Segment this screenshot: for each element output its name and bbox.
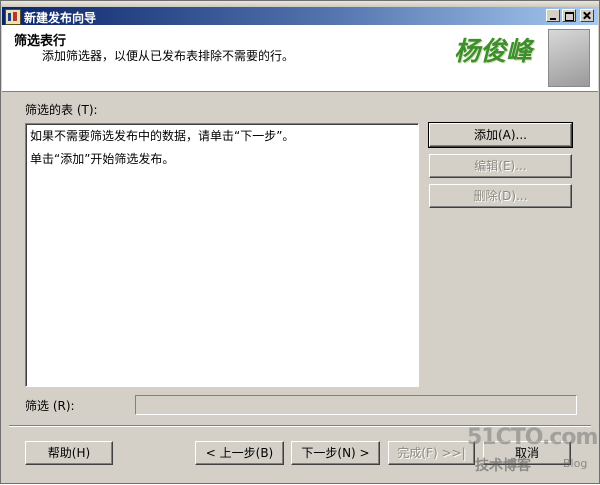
- back-button[interactable]: < 上一步(B): [195, 441, 284, 465]
- filtered-tables-list[interactable]: 如果不需要筛选发布中的数据，请单击“下一步”。 单击“添加”开始筛选发布。: [25, 123, 419, 387]
- footer-divider: [9, 425, 591, 427]
- close-icon[interactable]: [580, 9, 594, 22]
- page-subtitle: 添加筛选器，以便从已发布表排除不需要的行。: [42, 49, 295, 63]
- filter-field[interactable]: [135, 395, 577, 415]
- app-icon: [5, 9, 21, 25]
- wizard-window: 新建发布向导 筛选表行 添加筛选器，以便从已发布表排除不需要的行。 杨俊峰 筛选…: [0, 0, 600, 484]
- help-button[interactable]: 帮助(H): [25, 441, 113, 465]
- add-button[interactable]: 添加(A)...: [428, 122, 573, 148]
- filter-label: 筛选 (R):: [25, 399, 75, 413]
- window-title: 新建发布向导: [24, 11, 97, 25]
- wizard-header: 筛选表行 添加筛选器，以便从已发布表排除不需要的行。 杨俊峰: [2, 25, 598, 92]
- minimize-icon[interactable]: [546, 9, 560, 22]
- cancel-button[interactable]: 取消: [483, 441, 571, 465]
- list-hint-line: 单击“添加”开始筛选发布。: [30, 152, 175, 166]
- list-hint-line: 如果不需要筛选发布中的数据，请单击“下一步”。: [30, 129, 295, 143]
- next-button[interactable]: 下一步(N) >: [291, 441, 380, 465]
- edit-button[interactable]: 编辑(E)...: [429, 154, 572, 178]
- delete-button[interactable]: 删除(D)...: [429, 184, 572, 208]
- maximize-icon[interactable]: [562, 9, 576, 22]
- logo-graphic: [548, 29, 590, 87]
- header-logo: 杨俊峰: [446, 25, 594, 89]
- title-bar[interactable]: 新建发布向导: [2, 7, 598, 25]
- filtered-tables-label: 筛选的表 (T):: [25, 103, 98, 117]
- finish-button[interactable]: 完成(F) >>|: [388, 441, 475, 465]
- logo-text: 杨俊峰: [454, 37, 533, 67]
